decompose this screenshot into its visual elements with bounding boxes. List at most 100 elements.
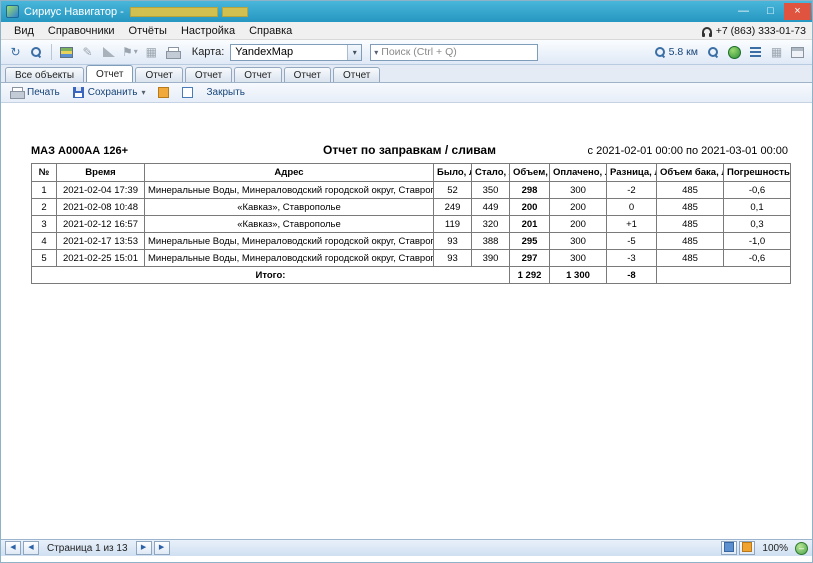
- zoom-out-button[interactable]: –: [795, 542, 808, 555]
- object-list-button[interactable]: [746, 43, 765, 62]
- tab-report-5[interactable]: Отчет: [284, 67, 331, 82]
- search-box[interactable]: ▾: [370, 44, 538, 61]
- print-button[interactable]: Печать: [5, 84, 65, 101]
- zoom-width-icon: [742, 542, 752, 552]
- cell-tank: 485: [657, 250, 724, 267]
- col-header: Разница, л: [607, 164, 657, 182]
- tab-report-6[interactable]: Отчет: [333, 67, 380, 82]
- cell-after: 449: [472, 199, 510, 216]
- maximize-button[interactable]: □: [757, 3, 784, 20]
- cell-after: 388: [472, 233, 510, 250]
- map-select[interactable]: YandexMap ▾: [230, 44, 362, 61]
- tab-report-3[interactable]: Отчет: [185, 67, 232, 82]
- cell-paid: 300: [550, 250, 607, 267]
- chevron-down-icon: ▾: [374, 48, 378, 57]
- map-search-button[interactable]: [27, 43, 46, 62]
- table-total-row: Итого: 1 292 1 300 -8: [32, 267, 791, 284]
- print-map-button[interactable]: [163, 43, 182, 62]
- zoom-width-button[interactable]: [739, 541, 755, 555]
- report-toolbar: Печать Сохранить ▾ Закрыть: [1, 83, 812, 103]
- panel-layout-button[interactable]: [788, 43, 807, 62]
- layers-button[interactable]: [57, 43, 76, 62]
- cell-num: 4: [32, 233, 57, 250]
- col-header: Время: [57, 164, 145, 182]
- tab-label: Отчет: [195, 70, 222, 81]
- tab-report-4[interactable]: Отчет: [234, 67, 281, 82]
- col-header: Адрес: [145, 164, 434, 182]
- zoom-page-button[interactable]: [721, 541, 737, 555]
- grid-button[interactable]: ▦: [142, 43, 161, 62]
- menu-directories[interactable]: Справочники: [41, 24, 122, 38]
- tab-bar: Все объекты Отчет Отчет Отчет Отчет Отче…: [1, 65, 812, 83]
- globe-button[interactable]: [725, 43, 744, 62]
- report-page: МАЗ А000АА 126+ Отчет по заправкам / сли…: [1, 103, 812, 539]
- save-button[interactable]: Сохранить ▾: [68, 84, 151, 101]
- cell-diff: 0: [607, 199, 657, 216]
- map-scale[interactable]: 5.8 км: [651, 43, 702, 62]
- magnifier-icon: [655, 47, 666, 58]
- cell-tank: 485: [657, 182, 724, 199]
- col-header: Погрешность, %: [724, 164, 791, 182]
- next-page-button[interactable]: ▶: [136, 541, 152, 555]
- redacted-text: [222, 7, 248, 17]
- chevron-down-icon: ▾: [134, 48, 138, 56]
- cell-volume: 200: [510, 199, 550, 216]
- cell-volume: 295: [510, 233, 550, 250]
- cell-tank: 485: [657, 216, 724, 233]
- zoom-button[interactable]: [704, 43, 723, 62]
- report-period: с 2021-02-01 00:00 по 2021-03-01 00:00: [588, 145, 788, 157]
- tab-label: Отчет: [145, 70, 172, 81]
- close-report-button[interactable]: Закрыть: [201, 84, 250, 101]
- prev-page-icon: ◀: [28, 544, 33, 551]
- menu-view[interactable]: Вид: [7, 24, 41, 38]
- grid-icon: ▦: [146, 46, 157, 58]
- last-page-icon: ▶: [159, 544, 164, 551]
- status-bar: ◀ ◀ Страница 1 из 13 ▶ ▶ 100% –: [1, 539, 812, 556]
- cell-before: 52: [434, 182, 472, 199]
- window-icon: [791, 47, 804, 58]
- save-icon: [73, 87, 84, 98]
- search-input[interactable]: [381, 46, 534, 58]
- minimize-button[interactable]: —: [730, 3, 757, 20]
- fit-width-button[interactable]: [177, 84, 198, 101]
- col-header: Объем бака, л: [657, 164, 724, 182]
- tab-all-objects[interactable]: Все объекты: [5, 67, 84, 82]
- cell-paid: 200: [550, 199, 607, 216]
- menu-reports[interactable]: Отчёты: [122, 24, 174, 38]
- fit-page-button[interactable]: [153, 84, 174, 101]
- first-page-button[interactable]: ◀: [5, 541, 21, 555]
- edit-track-button[interactable]: ✎: [78, 43, 97, 62]
- tab-report-2[interactable]: Отчет: [135, 67, 182, 82]
- zoom-level: 100%: [762, 543, 788, 554]
- menu-help[interactable]: Справка: [242, 24, 299, 38]
- cell-diff: +1: [607, 216, 657, 233]
- cell-tank: 485: [657, 233, 724, 250]
- tab-label: Отчет: [96, 69, 123, 80]
- support-phone: +7 (863) 333-01-73: [702, 25, 806, 37]
- refresh-button[interactable]: ↻: [6, 43, 25, 62]
- cell-error: -0,6: [724, 182, 791, 199]
- map-select-dropdown[interactable]: ▾: [347, 45, 361, 60]
- table-row: 2 2021-02-08 10:48 «Кавказ», Ставрополье…: [32, 199, 791, 216]
- close-icon: ×: [794, 5, 800, 17]
- cell-time: 2021-02-08 10:48: [57, 199, 145, 216]
- menu-settings[interactable]: Настройка: [174, 24, 242, 38]
- title-bar: Сириус Навигатор - — □ ×: [1, 1, 812, 22]
- cell-address: Минеральные Воды, Минераловодский городс…: [145, 233, 434, 250]
- last-page-button[interactable]: ▶: [154, 541, 170, 555]
- next-page-icon: ▶: [141, 544, 146, 551]
- col-header: Стало, л: [472, 164, 510, 182]
- printer-icon: [10, 87, 23, 98]
- total-diff: -8: [607, 267, 657, 284]
- cell-after: 390: [472, 250, 510, 267]
- ruler-icon: [103, 47, 115, 57]
- map-view-button[interactable]: ▦: [767, 43, 786, 62]
- prev-page-button[interactable]: ◀: [23, 541, 39, 555]
- tab-report-1[interactable]: Отчет: [86, 65, 133, 82]
- close-button[interactable]: ×: [784, 3, 811, 20]
- app-icon: [6, 5, 19, 18]
- map-select-label: Карта:: [192, 46, 225, 58]
- marker-button[interactable]: ⚑▾: [120, 43, 140, 62]
- measure-button[interactable]: [99, 43, 118, 62]
- report-table: № Время Адрес Было, л Стало, л Объем, л …: [31, 163, 791, 284]
